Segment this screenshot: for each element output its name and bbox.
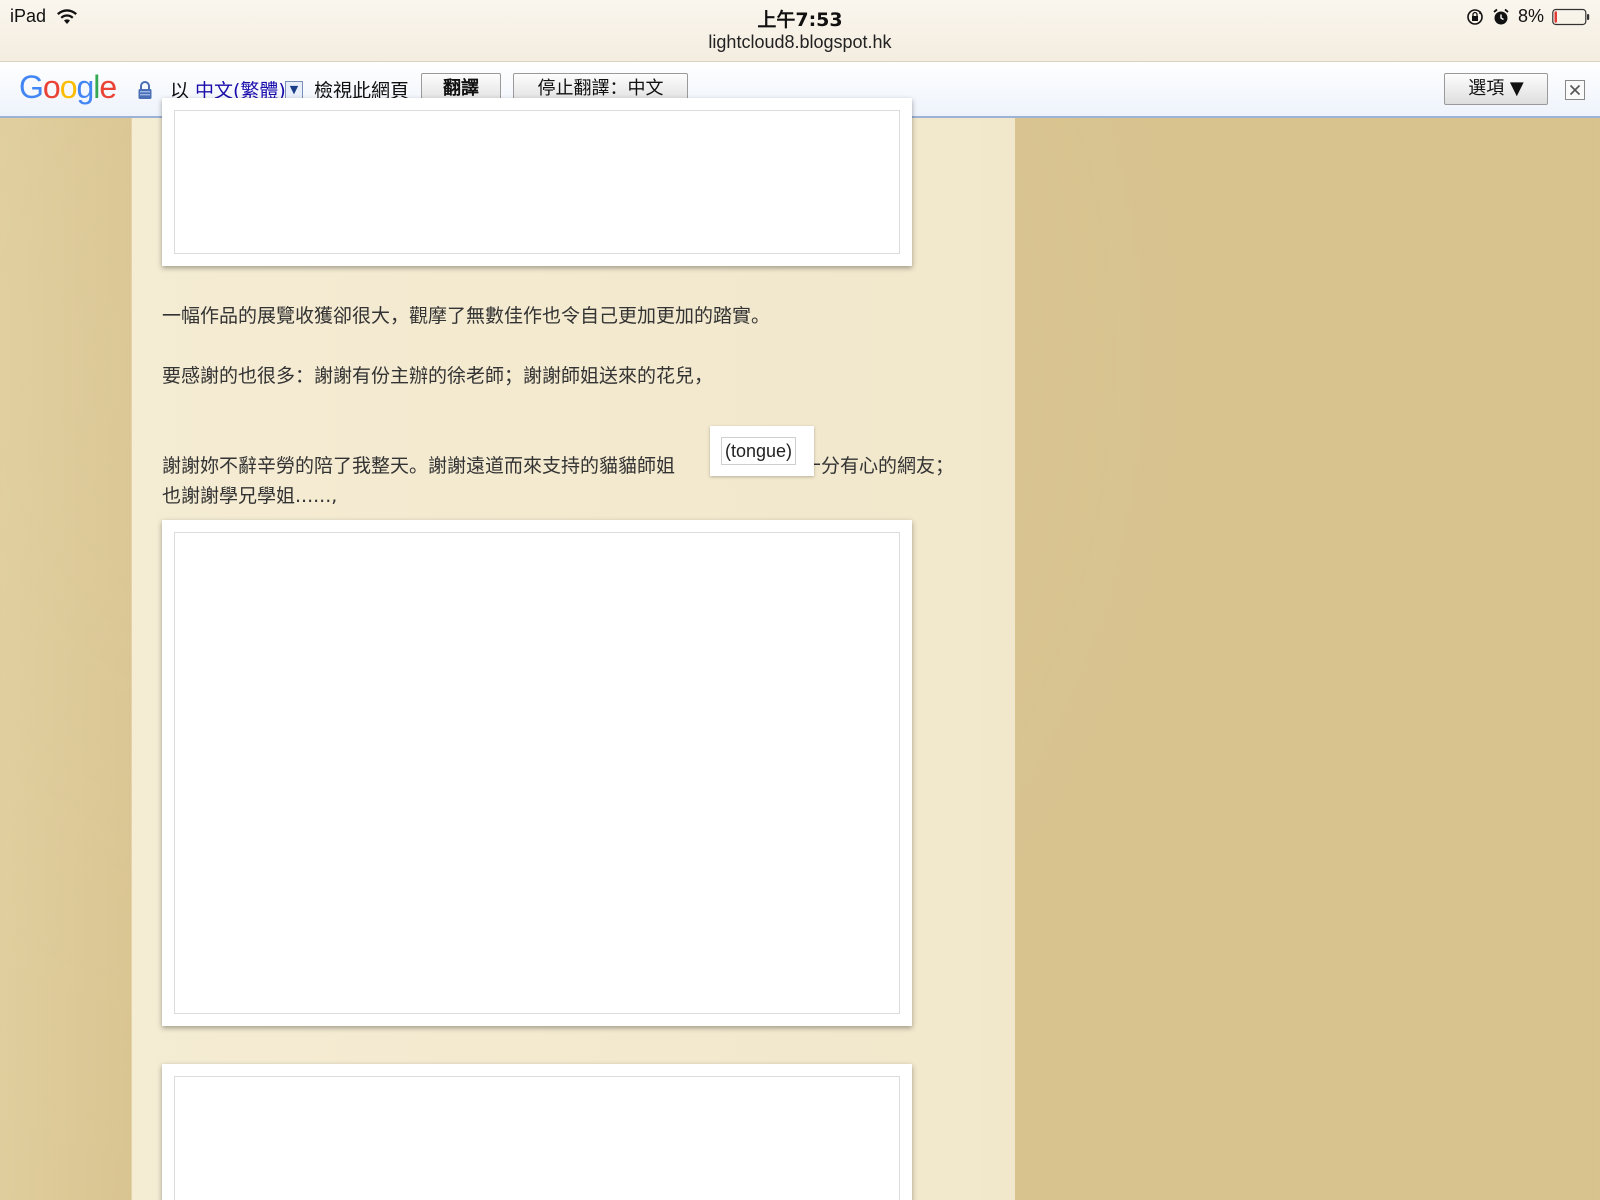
paragraph-line: 謝謝妳不辭辛勞的陪了我整天。謝謝遠道而來支持的貓貓師姐 <box>162 455 676 477</box>
battery-percent: 8% <box>1517 6 1544 26</box>
options-button[interactable]: 選項 ▼ <box>1444 73 1548 105</box>
photo-frame <box>174 1076 900 1200</box>
photo-frame <box>174 110 900 254</box>
battery-icon <box>1552 8 1590 25</box>
lock-icon <box>138 81 152 99</box>
google-logo-letter: o <box>59 69 78 105</box>
close-icon[interactable] <box>1565 80 1585 100</box>
post-photo[interactable] <box>162 520 912 1026</box>
status-right: 8% <box>1466 6 1590 27</box>
post-photo[interactable] <box>162 98 912 266</box>
google-logo-letter: G <box>19 69 44 105</box>
google-logo-letter: e <box>99 69 117 105</box>
google-logo-letter: o <box>42 69 61 105</box>
address-url[interactable]: lightcloud8.blogspot.hk <box>0 32 1600 53</box>
rotation-lock-icon <box>1467 8 1483 25</box>
status-bar: iPad 上午7:53 lightcloud8.blogspot.hk 8% <box>0 0 1600 62</box>
post-photo[interactable] <box>162 1064 912 1200</box>
emoticon-alt-text: (tongue) <box>721 437 797 465</box>
language-dropdown-icon[interactable]: ▼ <box>285 81 303 99</box>
photo-frame <box>174 532 900 1014</box>
post-paragraph: 一幅作品的展覽收獲卻很大，觀摩了無數佳作也令自己更加更加的踏實。 <box>162 305 771 327</box>
post-paragraph: 謝謝妳不辭辛勞的陪了我整天。謝謝遠道而來支持的貓貓師姐 和十分有心的網友；也謝謝學… <box>162 451 972 511</box>
post-body: 一幅作品的展覽收獲卻很大，觀摩了無數佳作也令自己更加更加的踏實。 要感謝的也很多… <box>131 98 1015 1200</box>
clock: 上午7:53 <box>757 9 843 31</box>
emoticon-image: (tongue) <box>710 426 814 476</box>
post-paragraph: 要感謝的也很多：謝謝有份主辦的徐老師；謝謝師姐送來的花兒， <box>162 365 714 387</box>
google-logo: Google <box>19 69 117 106</box>
alarm-icon <box>1493 8 1509 24</box>
google-logo-letter: g <box>76 69 94 105</box>
